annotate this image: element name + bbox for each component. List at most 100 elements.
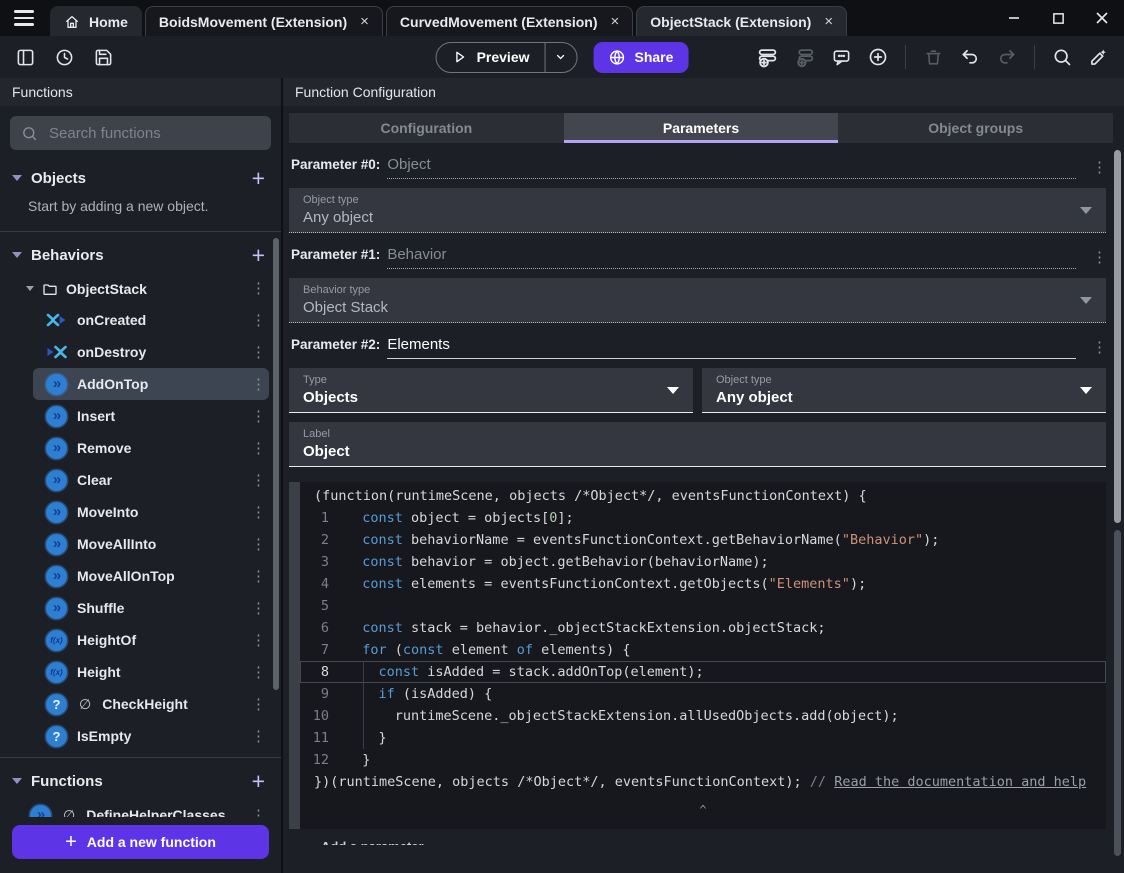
section-behaviors[interactable]: Behaviors +	[0, 237, 281, 273]
field-object-type[interactable]: Object type Any object	[702, 368, 1106, 413]
close-button[interactable]	[1080, 0, 1124, 36]
kebab-menu-icon[interactable]: ⋮	[251, 569, 266, 584]
action-function-icon: »	[46, 565, 67, 587]
list-item-definehelperclasses[interactable]: » ∅ DefineHelperClasses ⋮	[0, 799, 281, 817]
list-item-isempty[interactable]: ? IsEmpty ⋮	[0, 720, 281, 752]
list-item-height[interactable]: f(x) Height ⋮	[0, 656, 281, 688]
add-comment-icon[interactable]	[828, 44, 854, 70]
list-item-checkheight[interactable]: ? ∅ CheckHeight ⋮	[0, 688, 281, 720]
sidebar-scrollbar[interactable]	[273, 238, 279, 690]
kebab-menu-icon[interactable]: ⋮	[251, 377, 266, 392]
kebab-menu-icon[interactable]: ⋮	[251, 808, 266, 818]
add-new-function-button[interactable]: + Add a new function	[12, 825, 269, 859]
objects-empty-text: Start by adding a new object.	[28, 198, 209, 214]
window-tab-boidsmovement-extension-[interactable]: BoidsMovement (Extension) ×	[144, 6, 383, 36]
field-label: Label	[303, 428, 330, 440]
parameters-scrollbar[interactable]	[1114, 150, 1121, 523]
field-label: Object type	[303, 194, 359, 206]
search-icon[interactable]	[1049, 44, 1075, 70]
list-item-moveinto[interactable]: » MoveInto ⋮	[0, 496, 281, 528]
kebab-menu-icon[interactable]: ⋮	[251, 473, 266, 488]
preview-options-button[interactable]	[544, 42, 577, 72]
kebab-menu-icon[interactable]: ⋮	[1092, 340, 1107, 355]
save-icon[interactable]	[90, 44, 116, 70]
list-item-shuffle[interactable]: » Shuffle ⋮	[0, 592, 281, 624]
list-item-heightof[interactable]: f(x) HeightOf ⋮	[0, 624, 281, 656]
window-tab-objectstack-extension-[interactable]: ObjectStack (Extension) ×	[636, 6, 848, 36]
section-objects[interactable]: Objects +	[0, 160, 281, 196]
kebab-menu-icon[interactable]: ⋮	[251, 729, 266, 744]
code-lines: 1 const object = objects[0]; 2 const beha…	[300, 507, 1106, 771]
list-item-moveallinto[interactable]: » MoveAllInto ⋮	[0, 528, 281, 560]
window-controls	[992, 0, 1124, 36]
kebab-menu-icon[interactable]: ⋮	[251, 601, 266, 616]
add-event-icon[interactable]	[754, 44, 780, 70]
preview-button[interactable]: Preview	[437, 43, 545, 72]
undo-icon[interactable]	[957, 44, 983, 70]
tab-parameters[interactable]: Parameters	[563, 113, 839, 143]
list-item-moveallontop[interactable]: » MoveAllOnTop ⋮	[0, 560, 281, 592]
window-tab-curvedmovement-extension-[interactable]: CurvedMovement (Extension) ×	[385, 6, 634, 36]
kebab-menu-icon[interactable]: ⋮	[251, 505, 266, 520]
tab-configuration[interactable]: Configuration	[289, 113, 564, 143]
tab-label: CurvedMovement (Extension)	[399, 13, 598, 30]
kebab-menu-icon[interactable]: ⋮	[1092, 250, 1107, 265]
add-function-plus-button[interactable]: +	[252, 769, 265, 793]
field-object-type[interactable]: Object type Any object	[289, 188, 1106, 233]
function-name: HeightOf	[77, 632, 137, 648]
close-tab-icon[interactable]: ×	[611, 13, 620, 30]
divider	[0, 757, 281, 758]
code-editor-grip[interactable]	[289, 482, 300, 829]
add-behavior-button[interactable]: +	[252, 243, 265, 267]
search-input[interactable]	[47, 123, 260, 143]
line-number: 6	[320, 620, 329, 636]
field-label[interactable]: Label Object	[289, 422, 1106, 467]
list-item-oncreated[interactable]: onCreated ⋮	[0, 304, 281, 336]
list-item-clear[interactable]: » Clear ⋮	[0, 464, 281, 496]
code-line-8[interactable]: 8 const isAdded = stack.addOnTop(element…	[300, 661, 1106, 683]
list-item-insert[interactable]: » Insert ⋮	[0, 400, 281, 432]
parameter-name-field[interactable]: Object	[387, 156, 1076, 179]
kebab-menu-icon[interactable]: ⋮	[251, 697, 266, 712]
behavior-folder-objectstack[interactable]: ObjectStack ⋮	[0, 273, 281, 304]
kebab-menu-icon[interactable]: ⋮	[251, 537, 266, 552]
kebab-menu-icon[interactable]: ⋮	[251, 313, 266, 328]
kebab-menu-icon[interactable]: ⋮	[251, 441, 266, 456]
add-circle-icon[interactable]	[865, 44, 891, 70]
list-item-ondestroy[interactable]: onDestroy ⋮	[0, 336, 281, 368]
parameter-name-field[interactable]: Behavior	[387, 246, 1076, 269]
minimize-button[interactable]	[992, 0, 1036, 36]
field-behavior-type[interactable]: Behavior type Object Stack	[289, 278, 1106, 323]
close-tab-icon[interactable]: ×	[360, 13, 369, 30]
add-object-button[interactable]: +	[252, 166, 265, 190]
list-item-remove[interactable]: » Remove ⋮	[0, 432, 281, 464]
share-button[interactable]: Share	[593, 41, 689, 73]
window-tabs: Home BoidsMovement (Extension) × CurvedMove…	[46, 0, 992, 36]
kebab-menu-icon[interactable]: ⋮	[251, 281, 266, 296]
ai-pen-icon[interactable]	[1086, 44, 1112, 70]
section-objects-label: Objects	[31, 169, 87, 187]
tab-object-groups[interactable]: Object groups	[838, 113, 1114, 143]
section-functions[interactable]: Functions +	[0, 763, 281, 799]
kebab-menu-icon[interactable]: ⋮	[251, 665, 266, 680]
kebab-menu-icon[interactable]: ⋮	[251, 633, 266, 648]
add-parameter-button-cutoff[interactable]: Add a parameter	[321, 839, 1124, 845]
function-name: Insert	[77, 408, 116, 424]
list-item-addontop[interactable]: » AddOnTop ⋮	[33, 368, 269, 400]
code-resize-caret[interactable]: ^	[300, 799, 1106, 821]
code-editor[interactable]: (function(runtimeScene, objects /*Object…	[300, 482, 1106, 829]
editor-layout-icon[interactable]	[12, 44, 38, 70]
condition-function-icon: ?	[46, 725, 67, 747]
code-scrollbar[interactable]	[1114, 530, 1121, 856]
kebab-menu-icon[interactable]: ⋮	[1092, 160, 1107, 175]
close-tab-icon[interactable]: ×	[824, 13, 833, 30]
maximize-button[interactable]	[1036, 0, 1080, 36]
field-type[interactable]: Type Objects	[289, 368, 693, 413]
menu-icon[interactable]	[0, 0, 46, 36]
parameter-name-field[interactable]: Elements	[387, 336, 1076, 359]
kebab-menu-icon[interactable]: ⋮	[251, 345, 266, 360]
kebab-menu-icon[interactable]: ⋮	[251, 409, 266, 424]
history-icon[interactable]	[51, 44, 77, 70]
window-tab-home[interactable]: Home	[50, 6, 142, 36]
folder-icon	[42, 281, 58, 297]
